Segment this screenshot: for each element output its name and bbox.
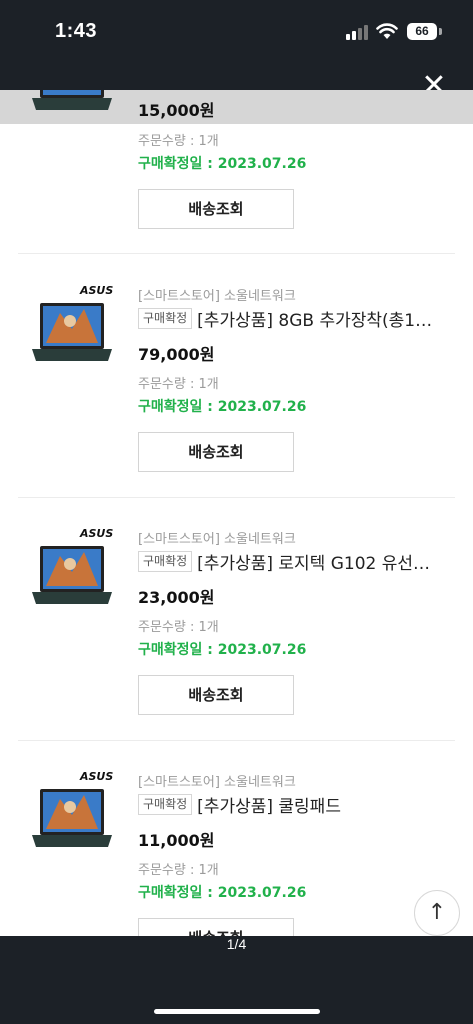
order-quantity: 주문수량 : 1개	[138, 377, 219, 392]
product-price: 79,000원	[138, 345, 215, 364]
laptop-thumbnail	[32, 546, 112, 604]
product-name: [추가상품] 쿨링패드	[197, 797, 341, 817]
page-indicator: 1/4	[226, 936, 247, 952]
arrow-up-icon: ↑	[427, 900, 447, 925]
order-quantity: 주문수량 : 1개	[138, 620, 219, 635]
wifi-icon	[376, 23, 398, 39]
home-indicator[interactable]	[154, 1009, 320, 1014]
product-name: [추가상품] 8GB 추가장착(총1…	[197, 311, 433, 331]
battery-tip	[439, 28, 442, 35]
scroll-to-top-button[interactable]: ↑	[414, 890, 460, 936]
viewer-header	[0, 62, 473, 90]
divider	[18, 497, 455, 498]
delivery-tracking-button[interactable]: 배송조회	[138, 918, 294, 936]
order-list: 15,000원 주문수량 : 1개 구매확정일 : 2023.07.26 배송조…	[0, 90, 473, 936]
delivery-tracking-button[interactable]: 배송조회	[138, 432, 294, 472]
purchase-confirm-date: 구매확정일 : 2023.07.26	[138, 885, 307, 901]
order-quantity: 주문수량 : 1개	[138, 863, 219, 878]
purchase-confirm-date: 구매확정일 : 2023.07.26	[138, 399, 307, 415]
status-bar: 1:43 66	[0, 0, 473, 62]
product-name-row[interactable]: 구매확정 [추가상품] 8GB 추가장착(총1…	[138, 306, 458, 332]
delivery-tracking-button[interactable]: 배송조회	[138, 189, 294, 229]
purchase-confirmed-badge: 구매확정	[138, 308, 193, 329]
product-price: 23,000원	[138, 588, 215, 607]
purchase-confirm-date: 구매확정일 : 2023.07.26	[138, 642, 307, 658]
divider	[18, 253, 455, 254]
product-name: [추가상품] 로지텍 G102 유선…	[197, 554, 431, 574]
product-price: 15,000원	[138, 101, 215, 120]
product-price: 11,000원	[138, 831, 215, 850]
divider	[18, 740, 455, 741]
seller-name: [스마트스토어] 소울네트워크	[138, 775, 296, 790]
laptop-thumbnail	[32, 303, 112, 361]
cellular-signal-icon	[346, 24, 370, 40]
battery-icon: 66	[407, 23, 437, 40]
order-quantity: 주문수량 : 1개	[138, 134, 219, 149]
status-time: 1:43	[55, 20, 98, 42]
seller-name: [스마트스토어] 소울네트워크	[138, 289, 296, 304]
product-name-row[interactable]: 구매확정 [추가상품] 로지텍 G102 유선…	[138, 549, 458, 575]
purchase-confirmed-badge: 구매확정	[138, 794, 193, 815]
delivery-tracking-button[interactable]: 배송조회	[138, 675, 294, 715]
seller-name: [스마트스토어] 소울네트워크	[138, 532, 296, 547]
product-name-row[interactable]: 구매확정 [추가상품] 쿨링패드	[138, 792, 458, 818]
purchase-confirmed-badge: 구매확정	[138, 551, 193, 572]
laptop-thumbnail	[32, 90, 112, 110]
purchase-confirm-date: 구매확정일 : 2023.07.26	[138, 156, 307, 172]
laptop-thumbnail	[32, 789, 112, 847]
